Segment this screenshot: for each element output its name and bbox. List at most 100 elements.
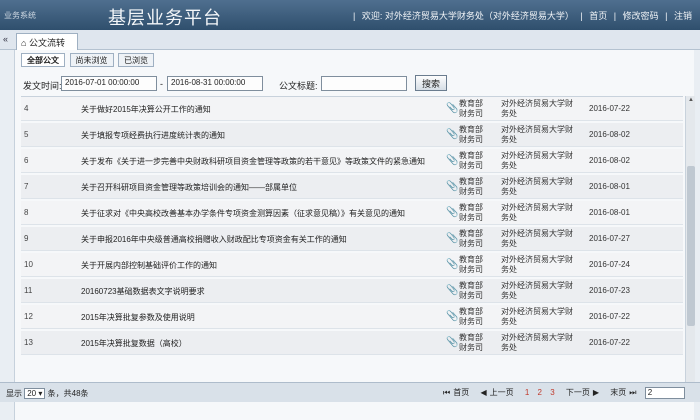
home-link[interactable]: 首页: [589, 11, 607, 21]
document-date: 2016-07-22: [589, 312, 630, 321]
date-from-input[interactable]: 2016-07-01 00:00:00: [61, 76, 157, 91]
recipient: 对外经济贸易大学财务处: [501, 281, 573, 300]
page-nav: ⏮ 首页 ◀ 上一页 1 2 3 下一页 ▶ 末页 ⏭ 2: [440, 387, 688, 399]
document-title-link[interactable]: 2015年决算批复参数及使用说明: [81, 312, 453, 323]
date-label: 发文时间:: [23, 81, 62, 91]
attachment-icon[interactable]: 📎: [446, 259, 458, 270]
attachment-icon[interactable]: 📎: [446, 337, 458, 348]
attachment-icon[interactable]: 📎: [446, 129, 458, 140]
attachment-icon[interactable]: 📎: [446, 181, 458, 192]
top-header: 业务系统 基层业务平台 | 欢迎: 对外经济贸易大学财务处（对外经济贸易大学） …: [0, 0, 700, 30]
subtab-unread[interactable]: 尚未浏览: [69, 53, 114, 67]
table-row[interactable]: 6 关于发布《关于进一步完善中央财政科研项目资金管理等政策的若干意见》等政策文件的…: [21, 149, 683, 173]
row-number: 5: [24, 130, 29, 139]
attachment-icon[interactable]: 📎: [446, 155, 458, 166]
tab-label: 公文流转: [28, 38, 65, 48]
document-title-link[interactable]: 关于发布《关于进一步完善中央财政科研项目资金管理等政策的若干意见》等政策文件的紧…: [81, 156, 453, 167]
table-row[interactable]: 10 关于开展内部控制基础评价工作的通知 📎 教育部财务司 对外经济贸易大学财务处 201…: [21, 253, 683, 277]
recipient: 对外经济贸易大学财务处: [501, 177, 573, 196]
document-date: 2016-07-27: [589, 234, 630, 243]
table-row[interactable]: 13 2015年决算批复数据（高校） 📎 教育部财务司 对外经济贸易大学财务处 2016-…: [21, 331, 683, 355]
attachment-icon[interactable]: 📎: [446, 311, 458, 322]
sender: 教育部财务司: [459, 281, 483, 300]
page-link-1[interactable]: 1: [525, 388, 529, 397]
document-title-link[interactable]: 关于征求对《中央高校改善基本办学条件专项资金测算因素（征求意见稿）》有关意见的通…: [81, 208, 453, 219]
document-title-link[interactable]: 关于填报专项经费执行进度统计表的通知: [81, 130, 453, 141]
attachment-icon[interactable]: 📎: [446, 285, 458, 296]
sender: 教育部财务司: [459, 229, 483, 248]
sender: 教育部财务司: [459, 203, 483, 222]
document-date: 2016-08-01: [589, 182, 630, 191]
sender: 教育部财务司: [459, 151, 483, 170]
collapse-icon[interactable]: «: [3, 34, 8, 44]
date-to-input[interactable]: 2016-08-31 00:00:00: [167, 76, 263, 91]
recipient: 对外经济贸易大学财务处: [501, 333, 573, 352]
recipient: 对外经济贸易大学财务处: [501, 99, 573, 118]
table-row[interactable]: 9 关于申报2016年中央级普通高校捐赠收入财政配比专项资金有关工作的通知 📎 教育部…: [21, 227, 683, 251]
document-title-link[interactable]: 关于开展内部控制基础评价工作的通知: [81, 260, 453, 271]
user-info-bar: | 欢迎: 对外经济贸易大学财务处（对外经济贸易大学） | 首页 | 修改密码 …: [352, 11, 692, 21]
sender: 教育部财务司: [459, 125, 483, 144]
content-panel: 全部公文 尚未浏览 已浏览 发文时间: 2016-07-01 00:00:00 …: [14, 50, 695, 420]
home-icon: ⌂: [21, 38, 27, 48]
logout-link[interactable]: 注销: [674, 11, 692, 21]
recipient: 对外经济贸易大学财务处: [501, 203, 573, 222]
next-page-button[interactable]: 下一页 ▶: [563, 388, 599, 397]
goto-page-input[interactable]: 2: [644, 387, 685, 399]
last-page-button[interactable]: 末页 ⏭: [607, 388, 636, 397]
row-number: 11: [24, 286, 33, 295]
document-title-link[interactable]: 20160723基础数据表文字说明要求: [81, 286, 453, 297]
sender: 教育部财务司: [459, 99, 483, 118]
scroll-thumb[interactable]: [687, 166, 695, 326]
row-number: 13: [24, 338, 33, 347]
document-date: 2016-07-22: [589, 104, 630, 113]
prev-page-button[interactable]: ◀ 上一页: [480, 388, 516, 397]
sender: 教育部财务司: [459, 333, 483, 352]
table-row[interactable]: 8 关于征求对《中央高校改善基本办学条件专项资金测算因素（征求意见稿）》有关意见的…: [21, 201, 683, 225]
table-row[interactable]: 7 关于召开科研项目资金管理等政策培训会的通知——部属单位 📎 教育部财务司 对外经济贸…: [21, 175, 683, 199]
sub-tabs: 全部公文 尚未浏览 已浏览: [21, 53, 156, 69]
first-page-button[interactable]: ⏮ 首页: [443, 388, 472, 397]
recipient: 对外经济贸易大学财务处: [501, 125, 573, 144]
attachment-icon[interactable]: 📎: [446, 103, 458, 114]
table-row[interactable]: 5 关于填报专项经费执行进度统计表的通知 📎 教育部财务司 对外经济贸易大学财务处 201…: [21, 123, 683, 147]
title-label: 公文标题:: [279, 81, 318, 91]
document-title-link[interactable]: 关于做好2015年决算公开工作的通知: [81, 104, 453, 115]
main-tab-row: « ⌂ 公文流转: [0, 30, 700, 50]
subtab-all[interactable]: 全部公文: [21, 53, 65, 67]
recipient: 对外经济贸易大学财务处: [501, 229, 573, 248]
document-table: 4 关于做好2015年决算公开工作的通知 📎 教育部财务司 对外经济贸易大学财务处 201…: [21, 96, 683, 394]
app-title: 基层业务平台: [108, 8, 222, 29]
change-password-link[interactable]: 修改密码: [623, 11, 659, 21]
page-link-2[interactable]: 2: [538, 388, 542, 397]
title-input[interactable]: [321, 76, 407, 91]
table-row[interactable]: 11 20160723基础数据表文字说明要求 📎 教育部财务司 对外经济贸易大学财务处 2…: [21, 279, 683, 303]
row-number: 9: [24, 234, 29, 243]
sender: 教育部财务司: [459, 255, 483, 274]
subtab-read[interactable]: 已浏览: [118, 53, 155, 67]
recipient: 对外经济贸易大学财务处: [501, 307, 573, 326]
table-row[interactable]: 4 关于做好2015年决算公开工作的通知 📎 教育部财务司 对外经济贸易大学财务处 201…: [21, 97, 683, 121]
document-title-link[interactable]: 关于召开科研项目资金管理等政策培训会的通知——部属单位: [81, 182, 453, 193]
document-title-link[interactable]: 2015年决算批复数据（高校）: [81, 338, 453, 349]
page-size-select[interactable]: 20 ▾: [24, 388, 46, 399]
attachment-icon[interactable]: 📎: [446, 233, 458, 244]
sender: 教育部财务司: [459, 177, 483, 196]
system-label: 业务系统: [4, 11, 36, 20]
total-count: 条，共48条: [47, 389, 89, 398]
row-number: 7: [24, 182, 29, 191]
attachment-icon[interactable]: 📎: [446, 207, 458, 218]
row-number: 10: [24, 260, 33, 269]
document-title-link[interactable]: 关于申报2016年中央级普通高校捐赠收入财政配比专项资金有关工作的通知: [81, 234, 453, 245]
page-link-3[interactable]: 3: [550, 388, 554, 397]
pager-bar: 显示 20 ▾ 条，共48条 ⏮ 首页 ◀ 上一页 1 2 3 下一页 ▶ 末页 ⏭ 2: [0, 382, 700, 402]
table-row[interactable]: 12 2015年决算批复参数及使用说明 📎 教育部财务司 对外经济贸易大学财务处 2016…: [21, 305, 683, 329]
scrollbar[interactable]: ▲ ▼: [685, 96, 695, 394]
recipient: 对外经济贸易大学财务处: [501, 255, 573, 274]
scroll-up-icon[interactable]: ▲: [687, 97, 695, 105]
welcome-text: 欢迎: 对外经济贸易大学财务处（对外经济贸易大学）: [361, 11, 574, 21]
document-date: 2016-07-23: [589, 286, 630, 295]
tab-document-flow[interactable]: ⌂ 公文流转: [16, 33, 78, 50]
date-separator: -: [160, 79, 163, 89]
search-button[interactable]: 搜索: [415, 75, 448, 91]
